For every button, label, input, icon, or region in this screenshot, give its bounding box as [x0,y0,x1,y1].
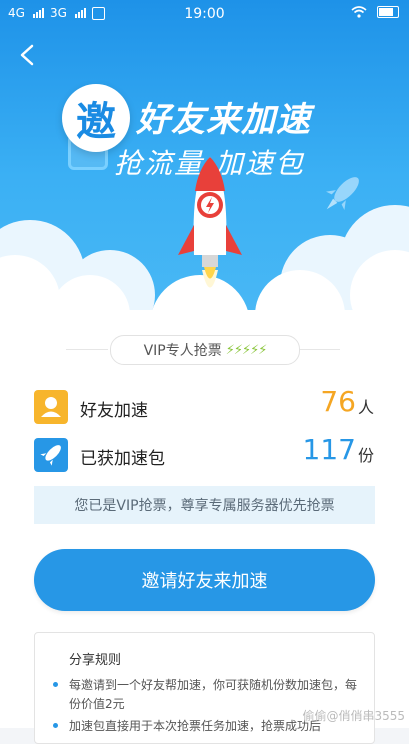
invite-button[interactable]: 邀请好友来加速 [34,549,375,611]
hero-banner: 邀 好友来加速 抢流量 加速包 [0,0,409,320]
hero-title: 好友来加速 [136,100,311,140]
rocket-badge-icon [34,438,68,472]
vip-label: VIP专人抢票 [143,343,222,359]
watermark: 偷偷@俏俏串3555 [302,709,405,723]
friends-unit: 人 [357,398,374,417]
battery-icon [377,6,399,18]
bullet-icon [53,723,58,728]
divider-right [298,349,340,350]
packages-unit: 份 [357,446,374,465]
status-bar: 4G 3G 19:00 [0,0,409,28]
friends-count: 76 [320,385,356,418]
wifi-icon [351,6,367,18]
friends-stat-row: 好友加速 76 人 [34,385,378,428]
share-rules-card: 分享规则 每邀请到一个好友帮加速，你可获随机份数加速包，每份价值2元 加速包直接… [34,632,375,744]
back-icon[interactable] [16,40,40,70]
packages-label: 已获加速包 [80,449,165,469]
vip-notice: 您已是VIP抢票，尊享专属服务器优先抢票 [34,486,375,524]
friends-label: 好友加速 [80,401,148,421]
divider-left [66,349,108,350]
clock: 19:00 [184,6,225,22]
rule-text: 加速包直接用于本次抢票任务加速，抢票成功后 [69,719,322,733]
vip-badge: VIP专人抢票 ⚡⚡⚡⚡⚡ [110,335,300,365]
rules-title: 分享规则 [69,653,122,668]
packages-stat-row: 已获加速包 117 份 [34,433,378,476]
bullet-icon [53,682,58,687]
lightning-icon: ⚡⚡⚡⚡⚡ [225,342,268,358]
rocket-icon [178,157,242,288]
packages-count: 117 [302,433,356,466]
user-icon [34,390,68,424]
